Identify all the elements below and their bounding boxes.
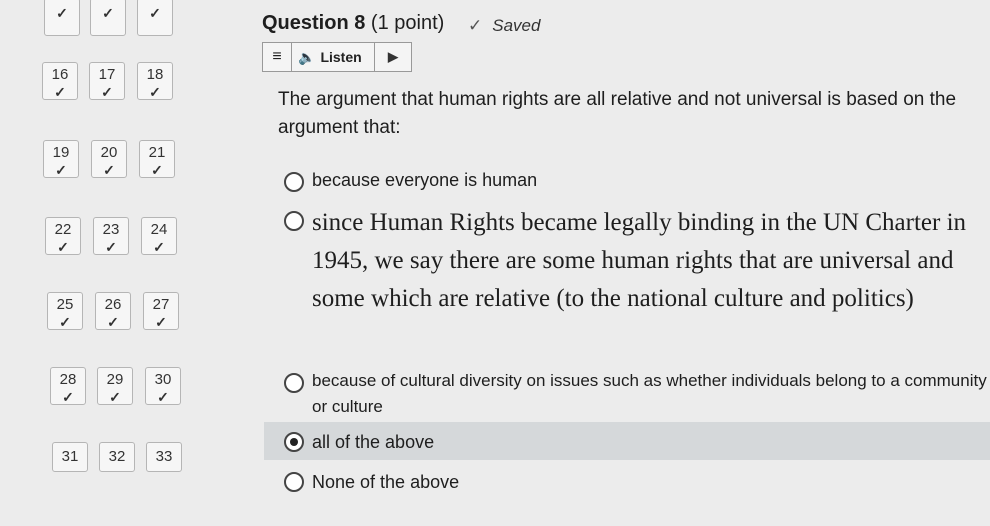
listen-label: Listen — [320, 49, 362, 65]
answered-check-icon: ✓ — [107, 314, 119, 330]
question-number: 13 — [45, 0, 79, 4]
question-text: The argument that human rights are all r… — [278, 89, 957, 138]
answered-check-icon: ✓ — [153, 239, 165, 255]
radio-button[interactable] — [284, 211, 304, 231]
speaker-icon: 🔈 — [298, 48, 316, 65]
question-number: 26 — [104, 296, 122, 313]
question-nav-20[interactable]: 20 ✓ — [91, 140, 127, 178]
question-number: 30 — [154, 371, 172, 388]
question-nav-27[interactable]: 27 ✓ — [143, 292, 179, 330]
question-nav-21[interactable]: 21 ✓ — [139, 140, 175, 178]
listen-button[interactable]: 🔈 Listen — [292, 43, 375, 71]
menu-icon[interactable]: ≡ — [263, 43, 292, 71]
answered-check-icon: ✓ — [57, 239, 69, 255]
radio-button-selected[interactable] — [284, 432, 304, 452]
answer-option-1[interactable]: because everyone is human — [284, 170, 537, 192]
answered-check-icon: ✓ — [157, 389, 169, 405]
question-nav-24[interactable]: 24 ✓ — [141, 217, 177, 255]
question-nav-22[interactable]: 22 ✓ — [45, 217, 81, 255]
option-label: because everyone is human — [312, 170, 538, 190]
answer-option-3[interactable]: because of cultural diversity on issues … — [284, 368, 990, 420]
answer-option-4[interactable]: all of the above — [284, 432, 434, 453]
answered-check-icon: ✓ — [101, 84, 113, 100]
radio-button[interactable] — [284, 172, 304, 192]
question-nav-26[interactable]: 26 ✓ — [95, 292, 131, 330]
question-nav-19[interactable]: 19 ✓ — [43, 140, 79, 178]
question-nav-17[interactable]: 17 ✓ — [89, 62, 125, 100]
answered-check-icon: ✓ — [62, 389, 74, 405]
radio-button[interactable] — [284, 373, 304, 393]
answered-check-icon: ✓ — [105, 239, 117, 255]
answered-check-icon: ✓ — [151, 162, 163, 178]
question-nav-33[interactable]: 33 — [146, 442, 182, 472]
question-number: 28 — [59, 371, 77, 388]
question-number: 19 — [52, 144, 70, 161]
option-label: None of the above — [312, 472, 460, 492]
check-icon: ✓ — [468, 16, 483, 35]
listen-toolbar: ≡ 🔈 Listen ▶ — [262, 42, 412, 72]
question-number: 24 — [150, 221, 168, 238]
question-number: 21 — [148, 144, 166, 161]
option-label: because of cultural diversity on issues … — [312, 371, 987, 416]
answered-check-icon: ✓ — [149, 84, 161, 100]
answered-check-icon: ✓ — [54, 84, 66, 100]
question-navigator: 13 ✓ 14 ✓ 15 ✓ 16 ✓ 17 ✓ 18 ✓ 19 ✓ 20 ✓ … — [0, 0, 200, 526]
question-number: 18 — [146, 66, 164, 83]
answered-check-icon: ✓ — [102, 5, 114, 21]
question-nav-18[interactable]: 18 ✓ — [137, 62, 173, 100]
answered-check-icon: ✓ — [59, 314, 71, 330]
question-points: (1 point) — [370, 12, 445, 34]
question-nav-29[interactable]: 29 ✓ — [97, 367, 133, 405]
question-nav-23[interactable]: 23 ✓ — [93, 217, 129, 255]
question-nav-16[interactable]: 16 ✓ — [42, 62, 78, 100]
play-icon[interactable]: ▶ — [375, 49, 411, 65]
question-nav-15[interactable]: 15 ✓ — [137, 0, 173, 36]
answer-option-5[interactable]: None of the above — [284, 472, 459, 493]
question-number: 27 — [152, 296, 170, 313]
question-number: 15 — [138, 0, 172, 4]
question-number: 29 — [106, 371, 124, 388]
question-nav-14[interactable]: 14 ✓ — [90, 0, 126, 36]
question-label: Question 8 — [262, 12, 366, 34]
question-number: 17 — [98, 66, 116, 83]
answered-check-icon: ✓ — [103, 162, 115, 178]
question-nav-25[interactable]: 25 ✓ — [47, 292, 83, 330]
answered-check-icon: ✓ — [56, 5, 68, 21]
question-number: 33 — [155, 448, 173, 465]
question-nav-13[interactable]: 13 ✓ — [44, 0, 80, 36]
question-nav-32[interactable]: 32 — [99, 442, 135, 472]
option-label: all of the above — [312, 432, 435, 452]
question-number: 14 — [91, 0, 125, 4]
question-number: 31 — [61, 448, 79, 465]
question-nav-30[interactable]: 30 ✓ — [145, 367, 181, 405]
radio-button[interactable] — [284, 472, 304, 492]
question-number: 32 — [108, 448, 126, 465]
saved-status: ✓ Saved — [468, 16, 540, 36]
question-number: 22 — [54, 221, 72, 238]
answered-check-icon: ✓ — [55, 162, 67, 178]
question-number: 16 — [51, 66, 69, 83]
question-nav-28[interactable]: 28 ✓ — [50, 367, 86, 405]
answered-check-icon: ✓ — [109, 389, 121, 405]
answer-option-2[interactable]: since Human Rights became legally bindin… — [284, 207, 990, 318]
answered-check-icon: ✓ — [149, 5, 161, 21]
answered-check-icon: ✓ — [155, 314, 167, 330]
question-number: 20 — [100, 144, 118, 161]
question-title: Question 8 (1 point) — [262, 12, 444, 35]
saved-label: Saved — [492, 16, 541, 35]
question-number: 23 — [102, 221, 120, 238]
option-label: since Human Rights became legally bindin… — [312, 209, 967, 312]
question-number: 25 — [56, 296, 74, 313]
question-nav-31[interactable]: 31 — [52, 442, 88, 472]
